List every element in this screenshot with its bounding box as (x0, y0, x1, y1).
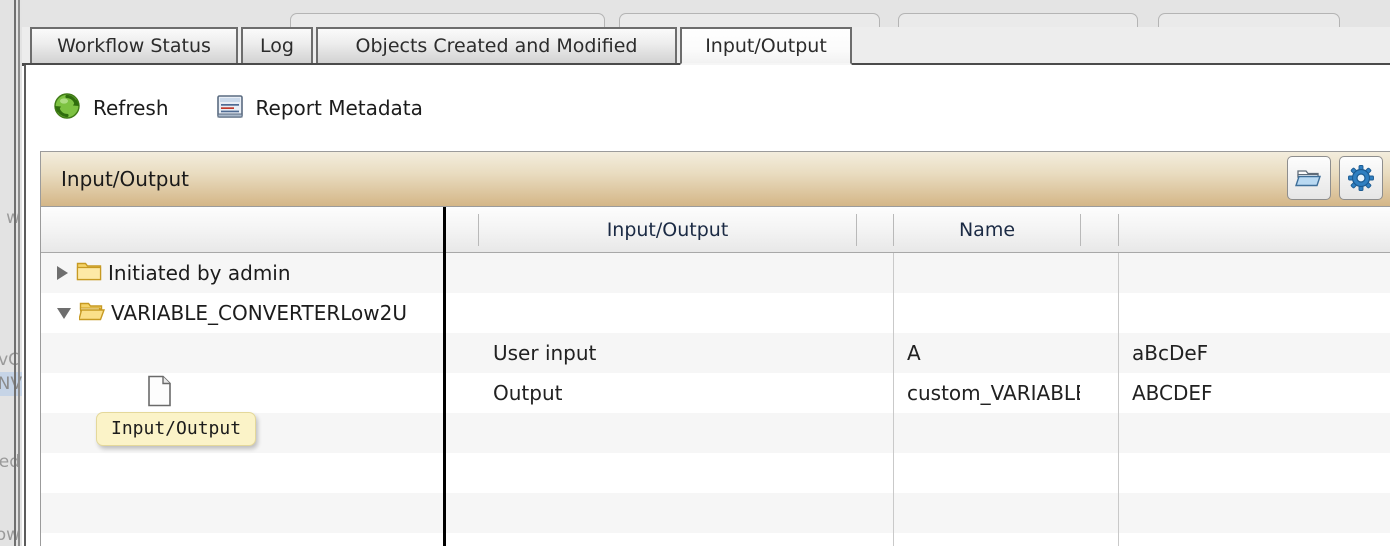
clipped-sidebar: w vC NV ed ow (0, 0, 22, 548)
gear-icon (1348, 165, 1374, 191)
tree-node-initiated-by-admin[interactable]: Initiated by admin (57, 253, 291, 293)
column-divider[interactable] (856, 214, 857, 246)
cell-input-output (493, 253, 856, 293)
cell-value (1132, 253, 1390, 293)
input-output-table: Input/Output Name User input A aBcDeF Ou… (40, 207, 1390, 548)
report-metadata-icon (215, 91, 245, 125)
report-metadata-label: Report Metadata (255, 95, 423, 120)
settings-button[interactable] (1339, 156, 1383, 200)
content-panel: Refresh Report Metadata Input/Output Inp… (24, 65, 1390, 548)
tab-workflow-status[interactable]: Workflow Status (30, 27, 238, 65)
column-divider[interactable] (893, 214, 894, 246)
tab-log[interactable]: Log (241, 27, 313, 65)
column-header-blank-1[interactable] (41, 207, 443, 252)
folder-open-icon (1295, 170, 1321, 187)
chevron-right-icon[interactable] (57, 266, 68, 280)
column-divider[interactable] (1118, 214, 1119, 246)
parent-tab-strip (0, 0, 1390, 35)
column-divider[interactable] (1080, 214, 1081, 246)
cell-value (1132, 493, 1390, 533)
folder-closed-icon (76, 260, 102, 286)
tree-node-variable-converter[interactable]: VARIABLE_CONVERTERLow2U (57, 293, 407, 333)
column-header-blank-5[interactable] (1119, 207, 1390, 252)
cell-input-output (493, 493, 856, 533)
refresh-button[interactable]: Refresh (52, 91, 169, 125)
column-divider[interactable] (478, 214, 479, 246)
sidebar-fragment[interactable]: ow (0, 525, 20, 545)
sidebar-fragment[interactable]: vC (0, 350, 20, 370)
cell-input-output: User input (493, 341, 597, 365)
cell-name (907, 413, 1080, 453)
cell-input-output: Output (493, 381, 563, 405)
cell-value: ABCDEF (1132, 381, 1213, 405)
cell-value: aBcDeF (1132, 341, 1209, 365)
refresh-label: Refresh (93, 95, 169, 120)
sidebar-fragment[interactable]: ed (0, 452, 20, 472)
screen-root: Workflow Status Log Objects Created and … (0, 0, 1390, 548)
tree-column-divider (443, 207, 446, 548)
cell-input-output (493, 453, 856, 493)
tooltip-text: Input/Output (111, 418, 242, 439)
tab-label: Input/Output (705, 35, 827, 57)
report-metadata-button[interactable]: Report Metadata (215, 91, 423, 125)
cell-name (907, 293, 1080, 333)
document-icon (147, 375, 173, 411)
toolbar: Refresh Report Metadata (26, 65, 1390, 150)
chevron-down-icon[interactable] (57, 307, 71, 319)
row-column-divider (893, 253, 894, 548)
table-row[interactable]: Output custom_VARIABLE_ ABCDEF (41, 373, 1390, 413)
tab-bar: Workflow Status Log Objects Created and … (22, 27, 1390, 65)
sidebar-divider-outer (14, 0, 16, 548)
open-folder-button[interactable] (1287, 156, 1331, 200)
cell-input-output (493, 413, 856, 453)
tree-node-label: Initiated by admin (108, 261, 291, 285)
table-row[interactable] (41, 453, 1390, 493)
column-header-blank-3[interactable] (856, 207, 894, 252)
row-column-divider (1118, 253, 1119, 548)
section-header: Input/Output (40, 151, 1390, 207)
table-row[interactable]: User input A aBcDeF (41, 333, 1390, 373)
cell-name (907, 493, 1080, 533)
cell-name (907, 253, 1080, 293)
cell-name: A (907, 341, 921, 365)
column-header-blank-2[interactable] (446, 207, 479, 252)
section-title: Input/Output (61, 167, 189, 191)
cell-name: custom_VARIABLE_ (907, 381, 1080, 405)
cell-name (907, 453, 1080, 493)
tooltip-input-output: Input/Output (96, 412, 257, 446)
cell-value (1132, 453, 1390, 493)
tree-leaf-document[interactable] (147, 373, 173, 413)
tree-node-label: VARIABLE_CONVERTERLow2U (111, 301, 407, 325)
folder-open-icon (78, 300, 106, 326)
table-header-row: Input/Output Name (41, 207, 1390, 253)
section-header-buttons (1287, 156, 1383, 200)
tab-label: Objects Created and Modified (355, 35, 638, 57)
tab-input-output[interactable]: Input/Output (680, 27, 852, 65)
column-header-name[interactable]: Name (894, 207, 1080, 252)
cell-value (1132, 293, 1390, 333)
tab-label: Log (260, 35, 294, 57)
refresh-icon (52, 91, 82, 125)
column-header-input-output[interactable]: Input/Output (479, 207, 856, 252)
sidebar-divider-inner (18, 0, 20, 548)
cell-input-output (493, 293, 856, 333)
cell-value (1132, 413, 1390, 453)
column-header-blank-4[interactable] (1080, 207, 1119, 252)
table-row[interactable] (41, 493, 1390, 533)
tab-objects-created-and-modified[interactable]: Objects Created and Modified (316, 27, 677, 65)
tab-label: Workflow Status (57, 35, 211, 57)
